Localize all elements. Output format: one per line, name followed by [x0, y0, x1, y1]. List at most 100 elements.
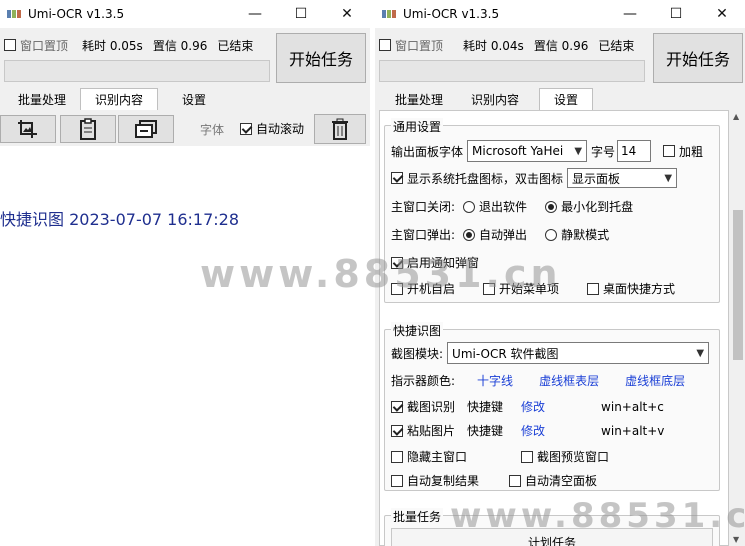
autoscroll-label: 自动滚动 [256, 122, 305, 136]
scroll-thumb[interactable] [733, 210, 743, 360]
tab-settings[interactable]: 设置 [539, 88, 594, 110]
group-title: 通用设置 [391, 118, 444, 135]
popup-behavior-label: 主窗口弹出: [391, 228, 456, 242]
start-button[interactable]: 开始任务 [276, 33, 366, 83]
settings-panel: 通用设置 输出面板字体 Microsoft YaHei ▼ 字号 14 加粗 显… [379, 110, 729, 546]
scroll-down-icon[interactable]: ▼ [733, 535, 739, 544]
autoscroll-checkbox[interactable] [240, 122, 252, 135]
pin-checkbox[interactable] [379, 39, 391, 51]
group-title: 批量任务 [391, 508, 444, 525]
maximize-icon: ☐ [294, 6, 308, 22]
tab-bar: 批量处理 识别内容 设置 [381, 88, 594, 110]
screenshot-module-value: Umi-OCR 软件截图 [452, 346, 559, 361]
tab-batch[interactable]: 批量处理 [381, 88, 458, 110]
confidence-stat: 置信 0.96 [533, 38, 589, 53]
status-text: 已结束 [217, 38, 254, 53]
bold-label: 加粗 [679, 144, 704, 159]
time-stat: 耗时 0.04s [463, 38, 524, 53]
font-select[interactable]: Microsoft YaHei ▼ [467, 140, 588, 162]
hide-main-window-label: 隐藏主窗口 [407, 450, 468, 464]
font-select-value: Microsoft YaHei [472, 144, 564, 158]
color-crosshair-link[interactable]: 十字线 [477, 372, 513, 389]
maximize-icon: ☐ [669, 6, 683, 22]
popup-silent-radio[interactable] [545, 228, 558, 241]
status-row: 窗口置顶 耗时 0.04s 置信 0.96 已结束 [379, 32, 634, 58]
copy-icon [135, 120, 157, 138]
pin-label: 窗口置顶 [20, 38, 69, 53]
scroll-up-icon[interactable]: ▲ [733, 112, 739, 121]
output-font-label: 输出面板字体 [391, 144, 464, 159]
hotkey-label: 快捷键 [467, 400, 504, 414]
app-icon [382, 10, 396, 18]
close-button[interactable]: ✕ [324, 0, 370, 28]
title-bar[interactable]: Umi-OCR v1.3.5 — ☐ ✕ [375, 0, 745, 28]
tab-batch[interactable]: 批量处理 [4, 88, 81, 110]
paste-image-checkbox[interactable] [391, 424, 403, 437]
preview-window-label: 截图预览窗口 [537, 450, 610, 464]
screenshot-ocr-checkbox[interactable] [391, 400, 403, 413]
tab-ocr-content[interactable]: 识别内容 [80, 88, 159, 110]
modify-hotkey-link[interactable]: 修改 [521, 422, 545, 439]
paste-button[interactable] [60, 115, 116, 143]
modify-hotkey-link[interactable]: 修改 [521, 398, 545, 415]
auto-copy-label: 自动复制结果 [407, 474, 480, 488]
bold-checkbox[interactable] [663, 145, 676, 157]
close-behavior-label: 主窗口关闭: [391, 200, 456, 214]
tray-checkbox[interactable] [391, 172, 403, 184]
minimize-icon: — [248, 6, 262, 22]
progress-bar [4, 60, 270, 82]
preview-window-checkbox[interactable] [521, 450, 534, 463]
copy-button[interactable] [118, 115, 174, 143]
app-icon [7, 10, 21, 18]
clear-button[interactable] [314, 114, 366, 144]
settings-scrollbar[interactable]: ▲ ▼ [731, 110, 745, 546]
hide-main-window-checkbox[interactable] [391, 450, 403, 463]
tray-label: 显示系统托盘图标，双击图标 [407, 171, 564, 186]
color-dash-top-link[interactable]: 虚线框表层 [539, 372, 599, 389]
desktop-shortcut-checkbox[interactable] [587, 282, 600, 295]
auto-copy-checkbox[interactable] [391, 474, 403, 487]
close-icon: ✕ [716, 6, 728, 22]
quick-ocr-group: 快捷识图 截图模块: Umi-OCR 软件截图 ▼ 指示器颜色: 十字线 虚线框… [384, 322, 720, 491]
ocr-result-text[interactable]: 快捷识图 2023-07-07 16:17:28 [0, 206, 239, 230]
watermark: www.88531.cn [200, 252, 562, 296]
start-button[interactable]: 开始任务 [653, 33, 743, 83]
close-minimize-radio[interactable] [545, 200, 558, 213]
screenshot-module-label: 截图模块: [391, 346, 444, 361]
close-exit-label: 退出软件 [479, 200, 528, 214]
clipboard-icon [80, 118, 96, 140]
font-size-input[interactable]: 14 [617, 140, 652, 162]
trash-icon [332, 118, 348, 140]
tab-settings[interactable]: 设置 [168, 88, 221, 110]
screenshot-button[interactable] [0, 115, 56, 143]
close-minimize-label: 最小化到托盘 [561, 200, 634, 214]
chevron-down-icon: ▼ [664, 173, 673, 184]
pin-checkbox[interactable] [4, 39, 16, 51]
maximize-button[interactable]: ☐ [653, 0, 699, 28]
color-dash-bottom-link[interactable]: 虚线框底层 [625, 372, 685, 389]
minimize-button[interactable]: — [607, 0, 653, 28]
window-title: Umi-OCR v1.3.5 [403, 7, 500, 21]
close-exit-radio[interactable] [463, 200, 476, 213]
maximize-button[interactable]: ☐ [278, 0, 324, 28]
minimize-icon: — [623, 6, 637, 22]
auto-clear-checkbox[interactable] [509, 474, 522, 487]
font-label[interactable]: 字体 [200, 121, 224, 138]
tab-bar: 批量处理 识别内容 设置 [4, 88, 221, 110]
group-title: 快捷识图 [391, 322, 444, 339]
pin-label: 窗口置顶 [395, 38, 444, 53]
status-text: 已结束 [598, 38, 635, 53]
tray-action-select[interactable]: 显示面板 ▼ [567, 168, 678, 188]
minimize-button[interactable]: — [232, 0, 278, 28]
screenshot-module-select[interactable]: Umi-OCR 软件截图 ▼ [447, 342, 710, 364]
close-button[interactable]: ✕ [699, 0, 745, 28]
desktop-shortcut-label: 桌面快捷方式 [603, 282, 676, 296]
status-row: 窗口置顶 耗时 0.05s 置信 0.96 已结束 [4, 32, 253, 58]
ocr-output-panel[interactable]: 快捷识图 2023-07-07 16:17:28 [0, 146, 370, 546]
popup-auto-radio[interactable] [463, 228, 476, 241]
tab-ocr-content[interactable]: 识别内容 [457, 88, 534, 110]
popup-silent-label: 静默模式 [561, 228, 610, 242]
auto-clear-label: 自动清空面板 [525, 474, 598, 488]
title-bar[interactable]: Umi-OCR v1.3.5 — ☐ ✕ [0, 0, 370, 28]
indicator-color-label: 指示器颜色: [391, 374, 456, 388]
